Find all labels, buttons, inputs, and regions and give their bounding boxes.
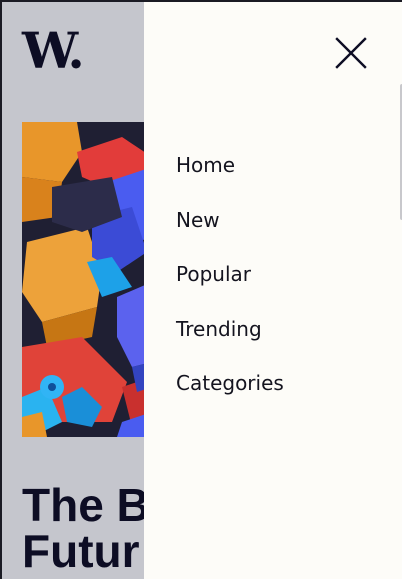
navigation-drawer: Home New Popular Trending Categories xyxy=(144,2,402,579)
app-frame: W. The B Futur Home New Popular Trending… xyxy=(0,0,402,579)
menu-item-home[interactable]: Home xyxy=(176,152,284,207)
hero-image xyxy=(22,122,152,437)
close-icon xyxy=(335,37,367,69)
menu-item-popular[interactable]: Popular xyxy=(176,261,284,316)
hero-illustration xyxy=(22,122,152,437)
menu-item-trending[interactable]: Trending xyxy=(176,316,284,371)
menu-item-categories[interactable]: Categories xyxy=(176,370,284,425)
menu-list: Home New Popular Trending Categories xyxy=(176,152,284,425)
headline-line-1: The B xyxy=(22,479,150,531)
menu-item-new[interactable]: New xyxy=(176,207,284,262)
headline-line-2: Futur xyxy=(22,525,140,577)
close-menu-button[interactable] xyxy=(334,36,368,70)
logo[interactable]: W. xyxy=(22,26,85,76)
article-headline[interactable]: The B Futur xyxy=(22,482,150,574)
